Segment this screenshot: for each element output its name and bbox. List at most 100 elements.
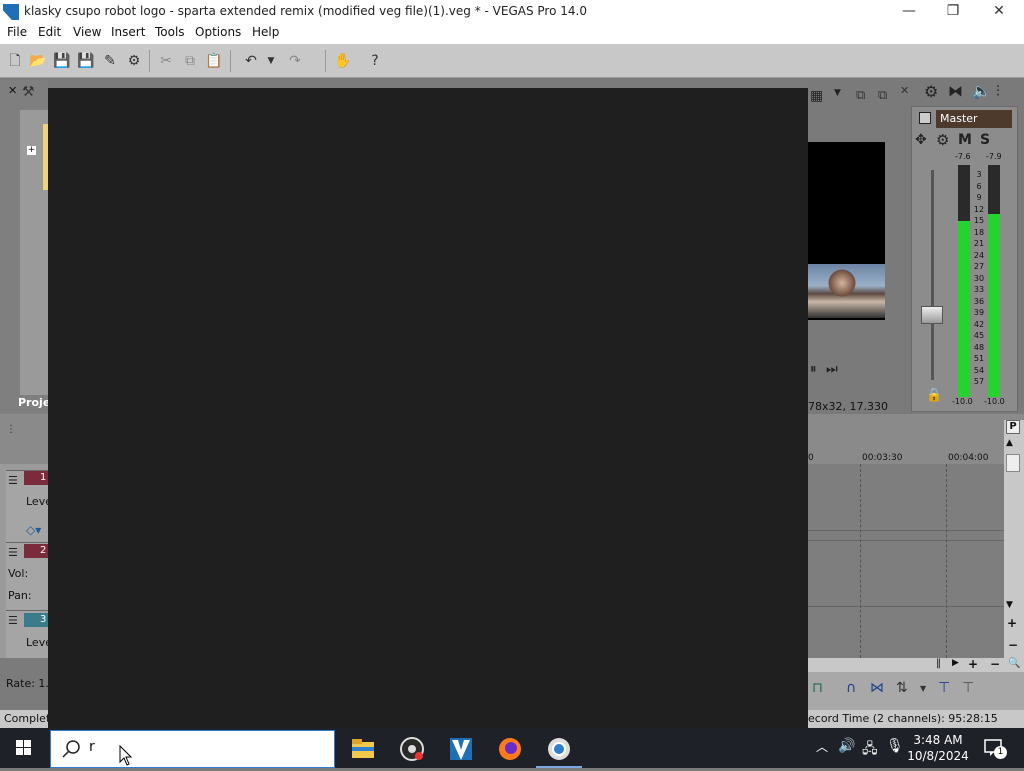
master-fx-icon[interactable]: ⚙ [936, 131, 949, 149]
meter-scale-tick: 30 [973, 273, 985, 283]
menu-help[interactable]: Help [252, 25, 279, 39]
plug-in-icon[interactable]: ✋ [334, 52, 352, 70]
ripple-edit-icon[interactable]: ⇅ [896, 680, 908, 696]
save-snapshot-icon[interactable]: ⧉ [878, 88, 887, 103]
file-explorer-taskbar-icon[interactable] [340, 733, 386, 765]
firefox-taskbar-icon[interactable] [487, 733, 533, 765]
taskbar-clock[interactable]: 3:48 AM 10/8/2024 [900, 732, 976, 764]
save-as-icon[interactable]: 💾 [77, 52, 95, 70]
track-collapse-icon[interactable]: ☰ [8, 546, 18, 559]
meter-scale-tick: 33 [973, 285, 985, 294]
vegas-taskbar-icon[interactable] [438, 733, 484, 765]
show-hidden-icons-icon[interactable]: ︿ [816, 738, 828, 755]
undo-icon[interactable]: ↶ [242, 52, 260, 70]
zoom-out-horizontal-icon[interactable]: − [990, 657, 1000, 671]
copy-snapshot-icon[interactable]: ⧉ [856, 88, 865, 103]
close-master-icon[interactable]: ✕ [900, 84, 909, 97]
track-divider [808, 530, 1004, 531]
window-title: klasky csupo robot logo - sparta extende… [24, 4, 587, 18]
pause-icon[interactable]: ⏸ [810, 362, 817, 377]
menu-insert[interactable]: Insert [111, 25, 145, 39]
track-number-2: 2 [24, 544, 48, 558]
master-fx-gear-icon[interactable]: ⚙ [924, 82, 938, 101]
scroll-down-icon[interactable]: ▼ [1006, 600, 1013, 610]
zoom-magnifier-icon[interactable]: 🔍 [1008, 658, 1020, 669]
redo-icon[interactable]: ↷ [286, 52, 304, 70]
mute-button[interactable]: M [958, 132, 972, 148]
expand-icon[interactable]: + [27, 146, 36, 155]
tab-project-media[interactable]: Proje [18, 396, 50, 409]
record-time-text: ecord Time (2 channels): 95:28:15 [808, 712, 998, 725]
network-icon[interactable]: 🖧 [862, 738, 878, 762]
solo-button[interactable]: S [980, 132, 990, 148]
lock-icon[interactable]: 🔒 [926, 388, 942, 403]
media-tool-icon[interactable]: ⚒ [22, 84, 35, 100]
downmix-icon[interactable]: ⧓ [948, 82, 963, 100]
clock-date: 10/8/2024 [907, 749, 969, 763]
master-label: Master [936, 110, 1012, 128]
scroll-up-icon[interactable]: ▲ [1006, 438, 1013, 448]
zoom-out-vertical-icon[interactable]: − [1008, 638, 1018, 652]
meter-scale-tick: 39 [973, 308, 985, 317]
toolbar-divider [325, 50, 326, 72]
zoom-in-horizontal-icon[interactable]: + [968, 657, 978, 671]
track-collapse-icon[interactable]: ☰ [8, 474, 18, 487]
scroll-handle-icon[interactable]: ‖ [936, 658, 941, 669]
title-bar: klasky csupo robot logo - sparta extende… [0, 0, 1024, 24]
master-bypass-icon[interactable] [919, 112, 931, 124]
menu-tools[interactable]: Tools [155, 25, 185, 39]
open-folder-icon[interactable]: 📂 [29, 52, 47, 70]
keyframe-diamond-icon[interactable]: ◇▾ [26, 523, 41, 537]
marker-icon[interactable]: ⊓ [812, 680, 823, 696]
paste-icon[interactable]: 📋 [205, 52, 223, 70]
menu-file[interactable]: File [7, 25, 27, 39]
time-gridline [860, 464, 861, 658]
obs-taskbar-icon[interactable] [389, 733, 435, 765]
next-frame-icon[interactable]: ⏭ [826, 362, 838, 377]
restore-button[interactable]: ❐ [930, 0, 976, 24]
undo-dropdown-icon[interactable]: ▼ [262, 52, 280, 70]
menu-view[interactable]: View [73, 25, 101, 39]
grid-icon[interactable]: ▦ [810, 88, 823, 104]
menu-options[interactable]: Options [195, 25, 241, 39]
grid-dropdown-icon[interactable]: ▼ [834, 88, 841, 98]
drag-handle-icon[interactable]: ⋮ [6, 424, 16, 435]
copy-icon[interactable]: ⧉ [181, 52, 199, 70]
minimize-button[interactable]: — [886, 0, 932, 24]
ruler-mark: 00:03:30 [862, 453, 903, 463]
speaker-icon[interactable]: 🔈 [972, 82, 991, 100]
close-button[interactable]: ✕ [976, 0, 1022, 24]
track-collapse-icon[interactable]: ☰ [8, 614, 18, 627]
timeline-tracks[interactable] [808, 464, 1004, 658]
toolbar-divider [230, 50, 231, 72]
volume-icon[interactable]: 🔊 [838, 738, 855, 754]
menu-edit[interactable]: Edit [38, 25, 61, 39]
ignore-grouping-icon[interactable]: ⊤ [962, 680, 974, 696]
meter-scale-tick: 18 [973, 227, 985, 237]
mixer-sliders-icon[interactable]: ⫶ [996, 82, 1000, 100]
cut-icon[interactable]: ✂ [157, 52, 175, 70]
notification-center-icon[interactable]: 1 [982, 736, 1007, 760]
render-as-icon[interactable]: ✎ [101, 52, 119, 70]
properties-gear-icon[interactable]: ⚙ [125, 52, 143, 70]
pan-icon[interactable]: ✥ [915, 132, 927, 148]
scroll-right-icon[interactable]: ▶ [952, 658, 959, 668]
search-input[interactable]: r [89, 739, 95, 755]
save-icon[interactable]: 💾 [53, 52, 71, 70]
track-number-1: 1 [24, 471, 48, 485]
lock-envelopes-icon[interactable]: ⊤ [938, 680, 950, 696]
track-2-pan-label: Pan: [8, 589, 32, 602]
ripple-dropdown-icon[interactable]: ▼ [920, 684, 926, 693]
new-file-icon[interactable]: 🗋 [6, 52, 24, 70]
close-panel-icon[interactable]: ✕ [8, 84, 17, 97]
vertical-scroll-thumb[interactable] [1006, 454, 1020, 472]
volume-fader-handle[interactable] [921, 306, 943, 324]
auto-crossfade-icon[interactable]: ⋈ [870, 680, 884, 696]
whats-this-help-icon[interactable]: ? [366, 52, 384, 70]
chrome-taskbar-icon[interactable] [536, 733, 582, 765]
zoom-in-vertical-icon[interactable]: + [1007, 616, 1017, 630]
snapping-magnet-icon[interactable]: ∩ [846, 680, 856, 696]
taskbar-search-box[interactable]: r [50, 730, 335, 768]
start-button[interactable] [0, 728, 48, 768]
p-button[interactable]: P [1006, 420, 1020, 434]
